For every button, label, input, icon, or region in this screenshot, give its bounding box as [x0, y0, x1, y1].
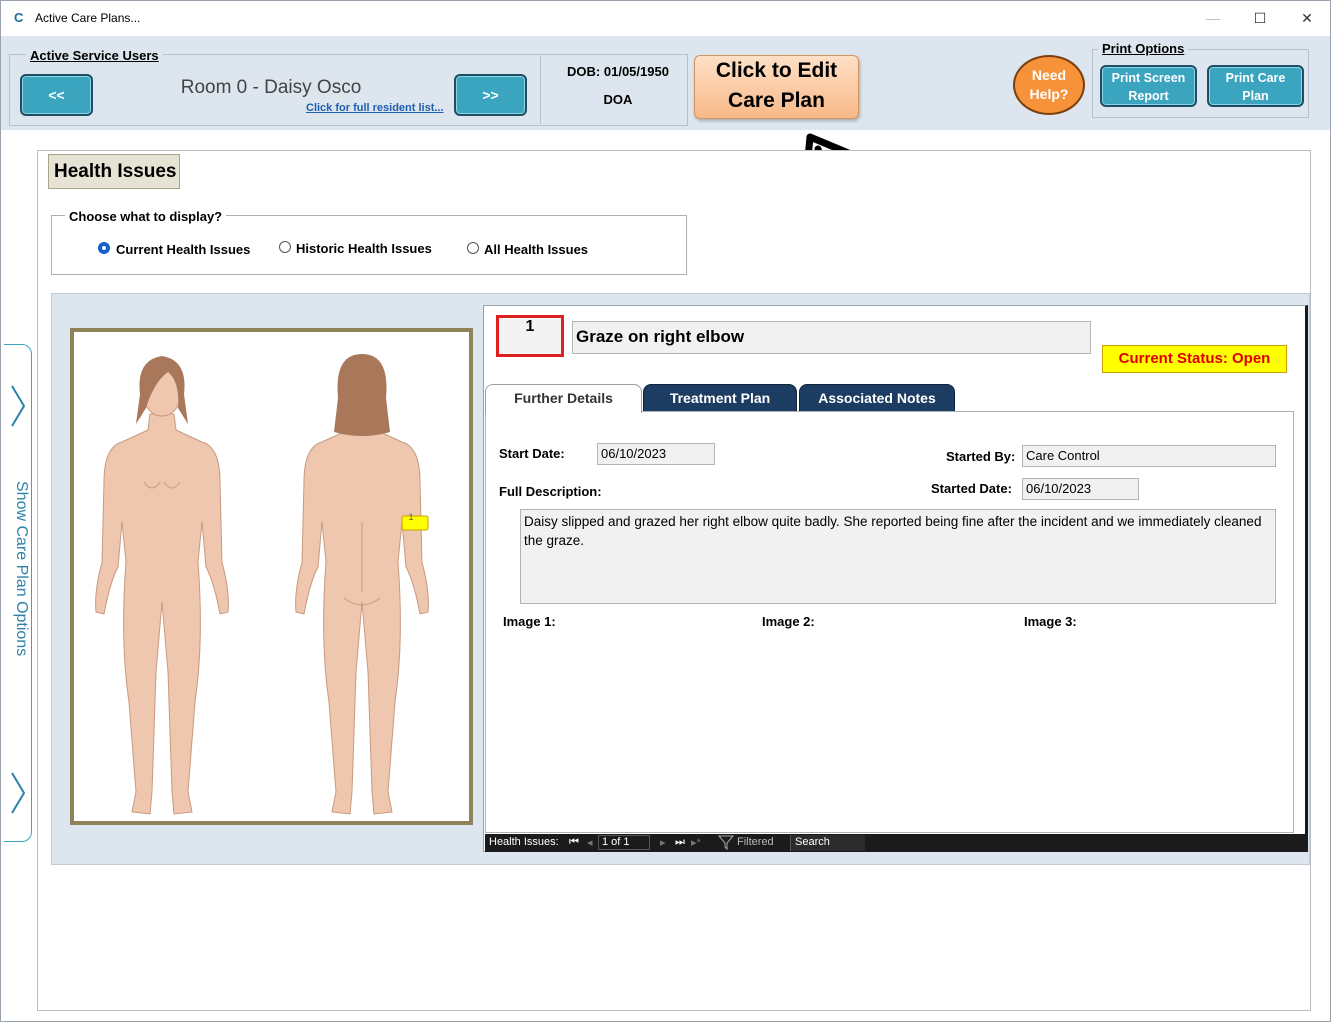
record-search-input[interactable]: Search: [790, 835, 865, 851]
print-care-line2: Plan: [1242, 89, 1269, 103]
room-resident-name: Room 0 - Daisy Osco: [180, 77, 362, 98]
window-title: Active Care Plans...: [35, 11, 141, 25]
tab-further-details[interactable]: Further Details: [485, 384, 642, 413]
issue-number: 1: [496, 315, 564, 357]
status-badge: Current Status: Open: [1102, 345, 1287, 373]
started-by-label: Started By:: [946, 449, 1016, 464]
header-divider: [540, 56, 541, 124]
radio-label: All Health Issues: [484, 242, 589, 257]
need-help-button[interactable]: Need Help?: [1013, 55, 1085, 115]
record-nav-label: Health Issues:: [489, 836, 559, 848]
minimize-button[interactable]: —: [1190, 1, 1236, 36]
need-help-line2: Help?: [1029, 86, 1069, 102]
chevron-right-icon[interactable]: [10, 771, 26, 815]
full-description-field[interactable]: Daisy slipped and grazed her right elbow…: [520, 509, 1276, 604]
print-screen-line2: Report: [1128, 89, 1169, 103]
display-filter-label: Choose what to display?: [65, 209, 227, 224]
service-users-label: Active Service Users: [26, 48, 163, 63]
filter-status[interactable]: Filtered: [737, 836, 774, 848]
body-map-figures[interactable]: [74, 332, 469, 821]
dob-label: DOB: 01/05/1950: [567, 64, 669, 79]
print-options-label: Print Options: [1098, 41, 1189, 56]
radio-label: Historic Health Issues: [296, 241, 432, 256]
record-position-field[interactable]: 1 of 1: [598, 835, 650, 850]
show-care-plan-options-label[interactable]: Show Care Plan Options: [10, 481, 30, 711]
edit-care-plan-button[interactable]: Click to Edit Care Plan: [694, 55, 859, 119]
app-logo-icon: C: [14, 10, 24, 25]
start-date-label: Start Date:: [499, 446, 565, 461]
new-record-button[interactable]: ▸*: [691, 836, 701, 849]
record-navigation-bar: Health Issues: ⏮ ◂ 1 of 1 ▸ ⏭ ▸* Filtere…: [485, 834, 1307, 852]
tab-treatment-plan[interactable]: Treatment Plan: [643, 384, 797, 412]
further-details-page: [485, 411, 1294, 833]
started-date-label: Started Date:: [931, 481, 1012, 496]
previous-record-button[interactable]: ◂: [587, 836, 593, 849]
front-body-figure: [95, 356, 229, 815]
radio-label: Current Health Issues: [116, 242, 251, 257]
started-by-field[interactable]: Care Control: [1022, 445, 1276, 467]
full-description-label: Full Description:: [499, 484, 602, 499]
app-window: C Active Care Plans... — ☐ ✕ Active Serv…: [0, 0, 1331, 1022]
image1-label: Image 1:: [503, 614, 556, 629]
title-bar: C Active Care Plans... — ☐ ✕: [1, 1, 1330, 36]
need-help-line1: Need: [1031, 67, 1067, 83]
back-body-figure: [295, 354, 429, 815]
chevron-right-icon[interactable]: [10, 384, 26, 428]
previous-resident-button[interactable]: <<: [20, 74, 93, 116]
issue-title-field[interactable]: Graze on right elbow: [572, 321, 1091, 354]
resident-list-link[interactable]: Click for full resident list...: [306, 102, 444, 114]
filter-icon[interactable]: [718, 835, 734, 850]
maximize-button[interactable]: ☐: [1237, 1, 1283, 36]
print-care-plan-button[interactable]: Print Care Plan: [1207, 65, 1304, 107]
tab-associated-notes[interactable]: Associated Notes: [799, 384, 955, 412]
doa-label: DOA: [603, 92, 633, 107]
close-button[interactable]: ✕: [1284, 1, 1330, 36]
edit-care-plan-line2: Care Plan: [728, 89, 825, 112]
edit-care-plan-line1: Click to Edit: [715, 59, 838, 82]
radio-icon[interactable]: [98, 242, 110, 254]
next-record-button[interactable]: ▸: [660, 836, 666, 849]
image2-label: Image 2:: [762, 614, 815, 629]
print-care-line1: Print Care: [1225, 71, 1286, 85]
last-record-button[interactable]: ⏭: [675, 836, 685, 849]
radio-icon[interactable]: [279, 241, 291, 253]
first-record-button[interactable]: ⏮: [569, 836, 579, 849]
image3-label: Image 3:: [1024, 614, 1077, 629]
health-issue-marker-label[interactable]: 1: [398, 512, 424, 522]
print-screen-line1: Print Screen: [1111, 71, 1186, 85]
health-issues-title: Health Issues: [48, 154, 180, 189]
started-date-field[interactable]: 06/10/2023: [1022, 478, 1139, 500]
start-date-field[interactable]: 06/10/2023: [597, 443, 715, 465]
radio-icon[interactable]: [467, 242, 479, 254]
print-screen-report-button[interactable]: Print Screen Report: [1100, 65, 1197, 107]
body-map[interactable]: [70, 328, 473, 825]
next-resident-button[interactable]: >>: [454, 74, 527, 116]
